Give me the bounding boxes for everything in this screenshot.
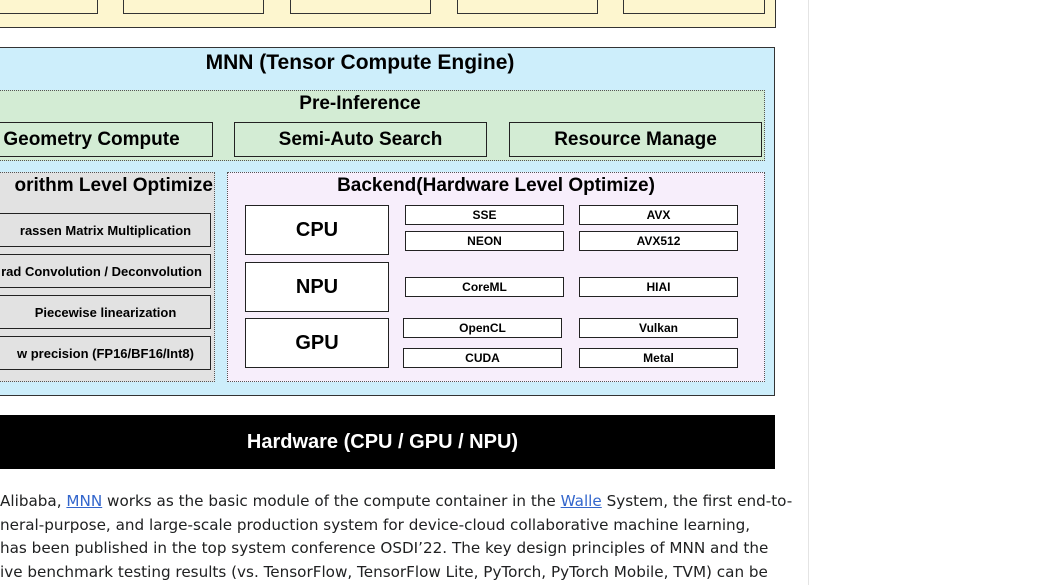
cuda-box: CUDA (403, 348, 562, 368)
piecewise-box: Piecewise linearization (0, 295, 211, 329)
hardware-label: Hardware (CPU / GPU / NPU) (246, 430, 519, 453)
avx512-box: AVX512 (579, 231, 738, 251)
metal-label: Metal (643, 351, 674, 365)
article-line-1-start: Alibaba, (0, 492, 67, 510)
upstream-box-2 (123, 0, 264, 14)
avx-label: AVX (646, 208, 671, 222)
opencl-label: OpenCL (459, 321, 506, 335)
low-precision-box: w precision (FP16/BF16/Int8) (0, 336, 211, 370)
geometry-compute-label: Geometry Compute (3, 128, 180, 150)
hiai-label: HIAI (646, 280, 671, 294)
article-line-1-end: System, the first end-to- (601, 492, 793, 510)
resource-manage-box: Resource Manage (509, 122, 762, 157)
cuda-label: CUDA (465, 351, 500, 365)
avx512-label: AVX512 (636, 234, 681, 248)
article-line-4: ive benchmark testing results (vs. Tenso… (0, 562, 768, 581)
strassen-box: rassen Matrix Multiplication (0, 213, 211, 247)
avx-box: AVX (579, 205, 738, 225)
upstream-box-4 (457, 0, 598, 14)
mnn-title: MNN (Tensor Compute Engine) (205, 51, 515, 74)
vulkan-box: Vulkan (579, 318, 738, 338)
resource-manage-label: Resource Manage (554, 128, 717, 150)
vulkan-label: Vulkan (639, 321, 678, 335)
hiai-box: HIAI (579, 277, 738, 297)
upstream-box-3 (290, 0, 431, 14)
article-line-1: Alibaba, MNN works as the basic module o… (0, 490, 800, 514)
article-line-2: neral-purpose, and large-scale productio… (0, 515, 751, 534)
hardware-bar: Hardware (CPU / GPU / NPU) (0, 415, 775, 469)
article-line-3: has been published in the top system con… (0, 539, 769, 557)
metal-box: Metal (579, 348, 738, 368)
strassen-label: rassen Matrix Multiplication (19, 222, 192, 238)
sidebar-divider (808, 0, 809, 585)
upstream-box-5 (623, 0, 765, 14)
neon-label: NEON (467, 234, 502, 248)
gpu-box: GPU (245, 318, 389, 368)
opencl-box: OpenCL (403, 318, 562, 338)
semi-auto-search-label: Semi-Auto Search (278, 128, 443, 150)
neon-box: NEON (405, 231, 564, 251)
page: MNN (Tensor Compute Engine) Pre-Inferenc… (0, 0, 1062, 585)
sse-label: SSE (472, 208, 497, 222)
semi-auto-search-box: Semi-Auto Search (234, 122, 487, 157)
coreml-label: CoreML (462, 280, 507, 294)
sse-box: SSE (405, 205, 564, 225)
npu-label: NPU (295, 275, 339, 298)
winograd-box: rad Convolution / Deconvolution (0, 254, 211, 288)
npu-box: NPU (245, 262, 389, 312)
low-precision-label: w precision (FP16/BF16/Int8) (17, 345, 194, 361)
pre-inference-title: Pre-Inference (299, 93, 421, 114)
cpu-box: CPU (245, 205, 389, 255)
algorithm-optimize-title: orithm Level Optimize (14, 175, 213, 196)
cpu-label: CPU (295, 218, 339, 241)
geometry-compute-box: Geometry Compute (0, 122, 213, 157)
gpu-label: GPU (295, 331, 339, 354)
article-paragraph: Alibaba, MNN works as the basic module o… (0, 490, 800, 584)
mnn-link[interactable]: MNN (66, 492, 102, 510)
upstream-box-1 (0, 0, 98, 14)
winograd-label: rad Convolution / Deconvolution (1, 263, 202, 279)
article-line-1-middle: works as the basic module of the compute… (102, 492, 561, 510)
walle-link[interactable]: Walle (561, 492, 602, 510)
backend-title: Backend(Hardware Level Optimize) (337, 175, 655, 196)
piecewise-label: Piecewise linearization (34, 304, 177, 320)
coreml-box: CoreML (405, 277, 564, 297)
